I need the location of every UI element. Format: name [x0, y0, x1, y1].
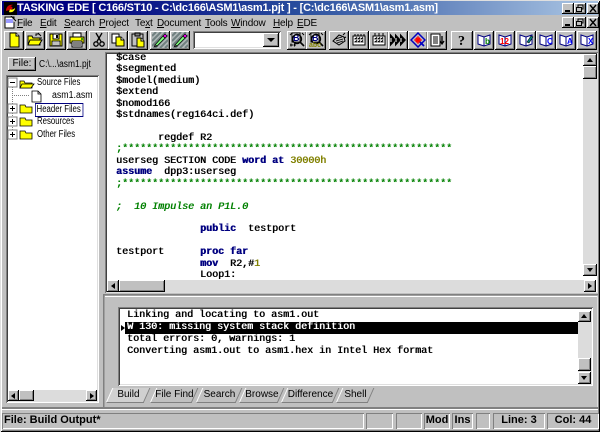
svg-text:?: ?	[458, 34, 465, 48]
svg-text:X: X	[588, 37, 594, 46]
svg-text:A: A	[567, 37, 573, 46]
svg-text:b: b	[485, 37, 490, 46]
svg-text:abc: abc	[309, 42, 321, 48]
svg-text:12: 12	[500, 37, 509, 46]
svg-text:C: C	[547, 37, 553, 46]
